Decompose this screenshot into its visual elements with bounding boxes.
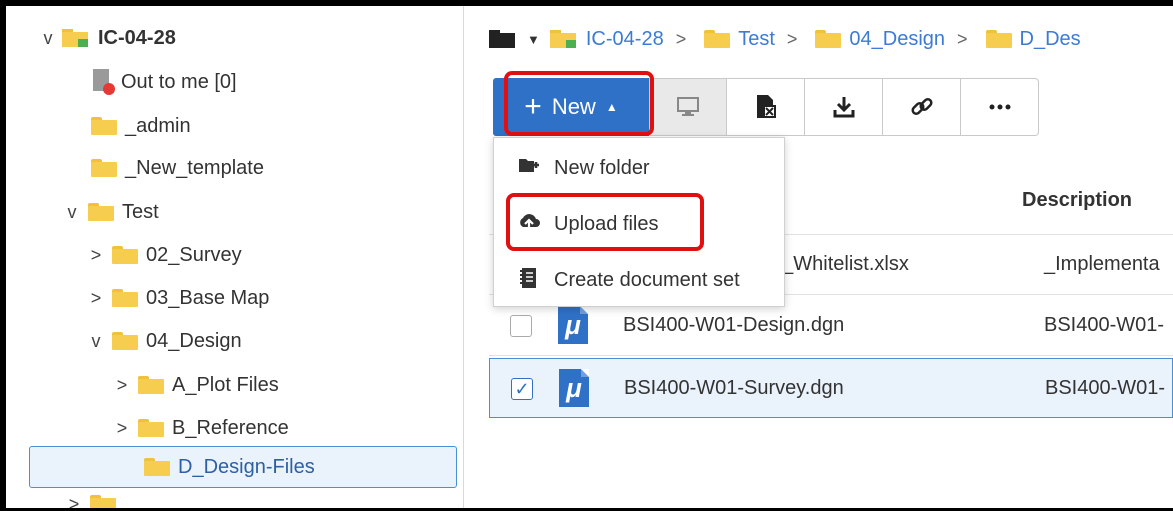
link-icon [910, 97, 933, 116]
row-checkbox[interactable] [510, 315, 532, 337]
tree-item-transmittals[interactable]: > [64, 494, 124, 508]
tree-item-03-base-map[interactable]: > 03_Base Map [86, 278, 270, 318]
tree-item-label: IC-04-28 [98, 26, 176, 49]
caret-down-icon[interactable]: ▼ [527, 32, 540, 47]
breadcrumb-item-d-design-files[interactable]: D_Des [1020, 28, 1081, 51]
row-checkbox-checked[interactable]: ✓ [511, 378, 533, 400]
new-folder-icon [514, 157, 544, 180]
breadcrumb-item-04-design[interactable]: 04_Design [849, 28, 945, 51]
file-name[interactable]: BSI400-W01-Design.dgn [623, 314, 844, 337]
download-button[interactable] [805, 78, 883, 136]
microstation-file-icon: μ [558, 306, 588, 344]
tree-item-label: _admin [125, 114, 191, 137]
share-link-button[interactable] [883, 78, 961, 136]
open-in-desktop-button[interactable] [649, 78, 727, 136]
more-options-button[interactable] [961, 78, 1039, 136]
folder-icon [91, 117, 117, 135]
folder-icon [91, 159, 117, 177]
folder-icon [90, 495, 116, 508]
site-folder-icon [62, 29, 88, 47]
folder-icon [815, 30, 842, 48]
chevron-down-icon[interactable]: v [38, 28, 58, 49]
folder-icon [704, 30, 731, 48]
breadcrumb-separator: > [957, 28, 968, 49]
file-name[interactable]: BSI400-W01-Survey.dgn [624, 377, 844, 400]
tree-item-02-survey[interactable]: > 02_Survey [86, 235, 242, 275]
tree-item-admin[interactable]: _admin [85, 106, 191, 146]
new-button[interactable]: + New ▲ [493, 78, 649, 136]
chevron-right-icon[interactable]: > [86, 245, 106, 266]
tree-item-test[interactable]: v Test [62, 192, 159, 232]
breadcrumb-separator: > [786, 28, 798, 49]
tree-item-label: B_Reference [172, 416, 289, 439]
breadcrumb: ▼ IC-04-28 > Test > 04_Design > D_Des [489, 24, 1081, 54]
tree-item-label: A_Plot Files [172, 373, 279, 396]
tree-item-a-plot-files[interactable]: > A_Plot Files [112, 365, 279, 405]
chevron-down-icon[interactable]: v [62, 202, 82, 223]
folder-icon [88, 203, 114, 221]
document-set-icon [514, 267, 544, 294]
tree-item-ic-04-28[interactable]: v IC-04-28 [38, 18, 176, 58]
tree-item-b-reference[interactable]: > B_Reference [112, 408, 289, 448]
column-header-description[interactable]: Description [1022, 189, 1132, 212]
tree-item-label: 02_Survey [146, 243, 242, 266]
menu-item-label: Upload files [554, 212, 659, 235]
breadcrumb-item-test[interactable]: Test [738, 28, 775, 51]
file-description: _Implementa [1044, 253, 1160, 275]
monitor-icon [677, 97, 699, 116]
plus-icon: + [524, 90, 542, 123]
folder-icon [138, 419, 164, 437]
tree-item-new-template[interactable]: _New_template [85, 148, 264, 188]
file-browser: ▼ IC-04-28 > Test > 04_Design > D_Des + … [489, 6, 1173, 508]
new-button-label: New [551, 94, 596, 119]
checked-out-doc-icon [91, 69, 115, 95]
site-folder-icon [549, 30, 576, 48]
microstation-file-icon: μ [559, 369, 589, 407]
tree-item-label: Test [122, 200, 159, 223]
breadcrumb-separator: > [675, 28, 687, 49]
app-window: v IC-04-28 Out to me [0] _admin _New_tem… [6, 6, 1173, 508]
menu-item-create-document-set[interactable]: Create document set [494, 252, 786, 308]
folder-icon [138, 376, 164, 394]
chevron-right-icon[interactable]: > [86, 288, 106, 309]
library-folder-icon[interactable] [489, 30, 515, 48]
tree-item-label: 04_Design [146, 329, 242, 352]
file-name[interactable]: n_Whitelist.xlsx [771, 253, 909, 276]
menu-item-label: Create document set [554, 268, 740, 291]
table-row-selected[interactable]: ✓ μ BSI400-W01-Survey.dgn BSI400-W01- [489, 358, 1173, 418]
export-button[interactable] [727, 78, 805, 136]
upload-cloud-icon [514, 212, 544, 237]
folder-icon [144, 458, 170, 476]
menu-item-upload-files[interactable]: Upload files [494, 196, 786, 252]
chevron-right-icon[interactable]: > [112, 375, 132, 396]
file-description: BSI400-W01- [1044, 314, 1165, 336]
file-description: BSI400-W01- [1045, 377, 1166, 399]
export-doc-icon [756, 95, 776, 118]
tree-item-label: 03_Base Map [146, 286, 270, 309]
tree-item-d-design-files[interactable]: D_Design-Files [29, 446, 457, 488]
tree-item-out-to-me[interactable]: Out to me [0] [91, 62, 237, 102]
new-dropdown-menu: New folder Upload files Create document … [493, 137, 785, 307]
tree-item-04-design[interactable]: v 04_Design [86, 321, 242, 361]
tree-item-label: Out to me [0] [121, 70, 237, 93]
chevron-down-icon[interactable]: v [86, 331, 106, 352]
folder-icon [112, 332, 138, 350]
folder-icon [112, 246, 138, 264]
menu-item-label: New folder [554, 156, 650, 179]
tree-item-label: D_Design-Files [178, 455, 315, 478]
download-icon [833, 97, 854, 118]
chevron-right-icon[interactable]: > [112, 418, 132, 439]
folder-tree: v IC-04-28 Out to me [0] _admin _New_tem… [6, 6, 464, 508]
tree-item-label: _New_template [125, 156, 264, 179]
folder-icon [112, 289, 138, 307]
caret-up-icon: ▲ [605, 100, 618, 114]
folder-icon [985, 30, 1012, 48]
breadcrumb-item-ic-04-28[interactable]: IC-04-28 [586, 28, 664, 51]
toolbar: + New ▲ [493, 78, 1039, 136]
chevron-right-icon[interactable]: > [64, 494, 84, 508]
ellipsis-icon [989, 104, 1010, 110]
menu-item-new-folder[interactable]: New folder [494, 140, 786, 196]
